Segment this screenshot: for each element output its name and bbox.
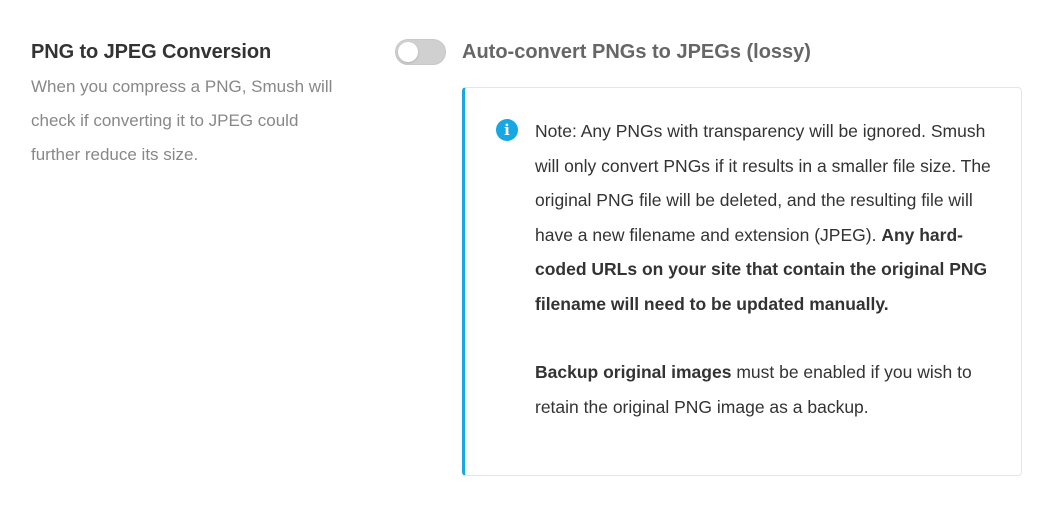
setting-title: PNG to JPEG Conversion xyxy=(31,41,272,63)
notice-paragraph-1: Note: Any PNGs with transparency will be… xyxy=(535,114,997,321)
notice-paragraph-2: Backup original images must be enabled i… xyxy=(535,355,997,424)
setting-description: When you compress a PNG, Smush will chec… xyxy=(31,77,333,164)
info-notice: i Note: Any PNGs with transparency will … xyxy=(462,87,1022,476)
notice-bold-2: Backup original images xyxy=(535,362,732,382)
auto-convert-toggle-row: Auto-convert PNGs to JPEGs (lossy) xyxy=(395,38,1025,66)
auto-convert-toggle-label[interactable]: Auto-convert PNGs to JPEGs (lossy) xyxy=(462,38,811,66)
setting-label-column: PNG to JPEG Conversion When you compress… xyxy=(31,38,361,172)
png-to-jpeg-setting-row: PNG to JPEG Conversion When you compress… xyxy=(0,0,1050,513)
toggle-knob xyxy=(398,42,418,62)
setting-content-column: Auto-convert PNGs to JPEGs (lossy) i Not… xyxy=(395,38,1025,476)
auto-convert-toggle[interactable] xyxy=(395,39,446,65)
info-icon: i xyxy=(496,119,518,141)
